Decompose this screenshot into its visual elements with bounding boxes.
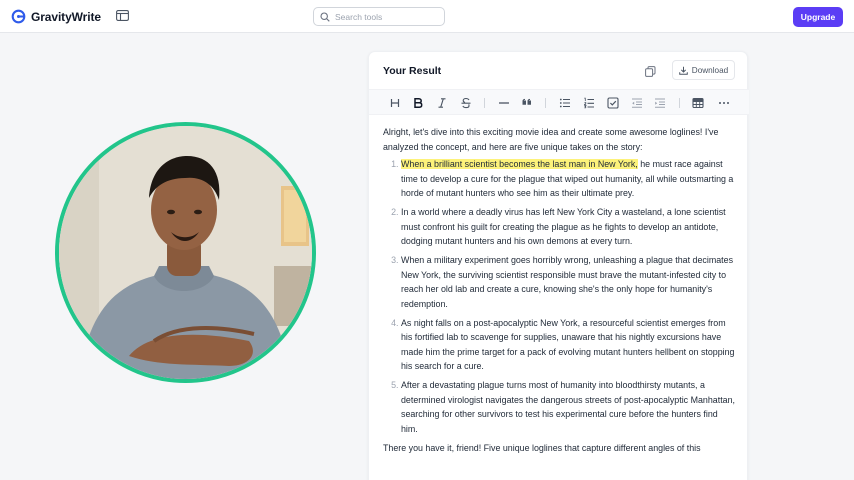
toolbar-divider [484, 98, 485, 108]
toolbar-divider [545, 98, 546, 108]
editor-toolbar [369, 89, 749, 115]
download-button[interactable]: Download [672, 60, 735, 80]
list-item: In a world where a deadly virus has left… [401, 205, 735, 249]
list-item: When a brilliant scientist becomes the l… [401, 157, 735, 201]
more-icon[interactable] [717, 96, 731, 110]
horizontal-rule-icon[interactable] [497, 96, 511, 110]
list-item: When a military experiment goes horribly… [401, 253, 735, 311]
search-input[interactable] [335, 11, 435, 22]
gravitywrite-logo-icon [11, 9, 26, 24]
presenter-image [59, 126, 312, 379]
strikethrough-icon[interactable] [459, 96, 473, 110]
quote-icon[interactable] [520, 96, 534, 110]
download-label: Download [691, 65, 729, 75]
intro-paragraph: Alright, let's dive into this exciting m… [383, 127, 719, 152]
copy-button[interactable] [643, 64, 657, 78]
bullet-list-icon[interactable] [558, 96, 572, 110]
search-box[interactable] [313, 7, 445, 26]
italic-icon[interactable] [435, 96, 449, 110]
presenter-video [55, 122, 316, 383]
toolbar-divider [679, 98, 680, 108]
highlighted-text: When a brilliant scientist becomes the l… [401, 159, 638, 169]
indent-icon[interactable] [653, 96, 667, 110]
task-list-icon[interactable] [606, 96, 620, 110]
logo[interactable]: GravityWrite [11, 9, 101, 24]
result-card: Your Result Download Alright, let's dive… [368, 51, 749, 480]
copy-icon [644, 65, 655, 77]
logline-list: When a brilliant scientist becomes the l… [383, 157, 735, 436]
search-icon [320, 11, 330, 22]
result-content[interactable]: Alright, let's dive into this exciting m… [383, 125, 735, 455]
upgrade-button[interactable]: Upgrade [793, 7, 843, 27]
sidebar-toggle-icon[interactable] [116, 10, 129, 21]
outro-paragraph: There you have it, friend! Five unique l… [383, 442, 701, 453]
top-bar: GravityWrite Upgrade [0, 0, 854, 33]
list-item: After a devastating plague turns most of… [401, 378, 735, 436]
bold-icon[interactable] [411, 96, 425, 110]
ordered-list-icon[interactable] [582, 96, 596, 110]
table-icon[interactable] [691, 96, 705, 110]
list-item-text: When a military experiment goes horribly… [401, 255, 734, 309]
result-title: Your Result [383, 65, 442, 77]
list-item: As night falls on a post-apocalyptic New… [401, 316, 735, 374]
brand-name: GravityWrite [31, 9, 101, 24]
heading-icon[interactable] [388, 96, 402, 110]
list-item-text: After a devastating plague turns most of… [401, 380, 735, 434]
list-item-text: In a world where a deadly virus has left… [401, 207, 726, 247]
outdent-icon[interactable] [630, 96, 644, 110]
list-item-text: As night falls on a post-apocalyptic New… [401, 317, 735, 372]
download-icon [679, 66, 688, 75]
